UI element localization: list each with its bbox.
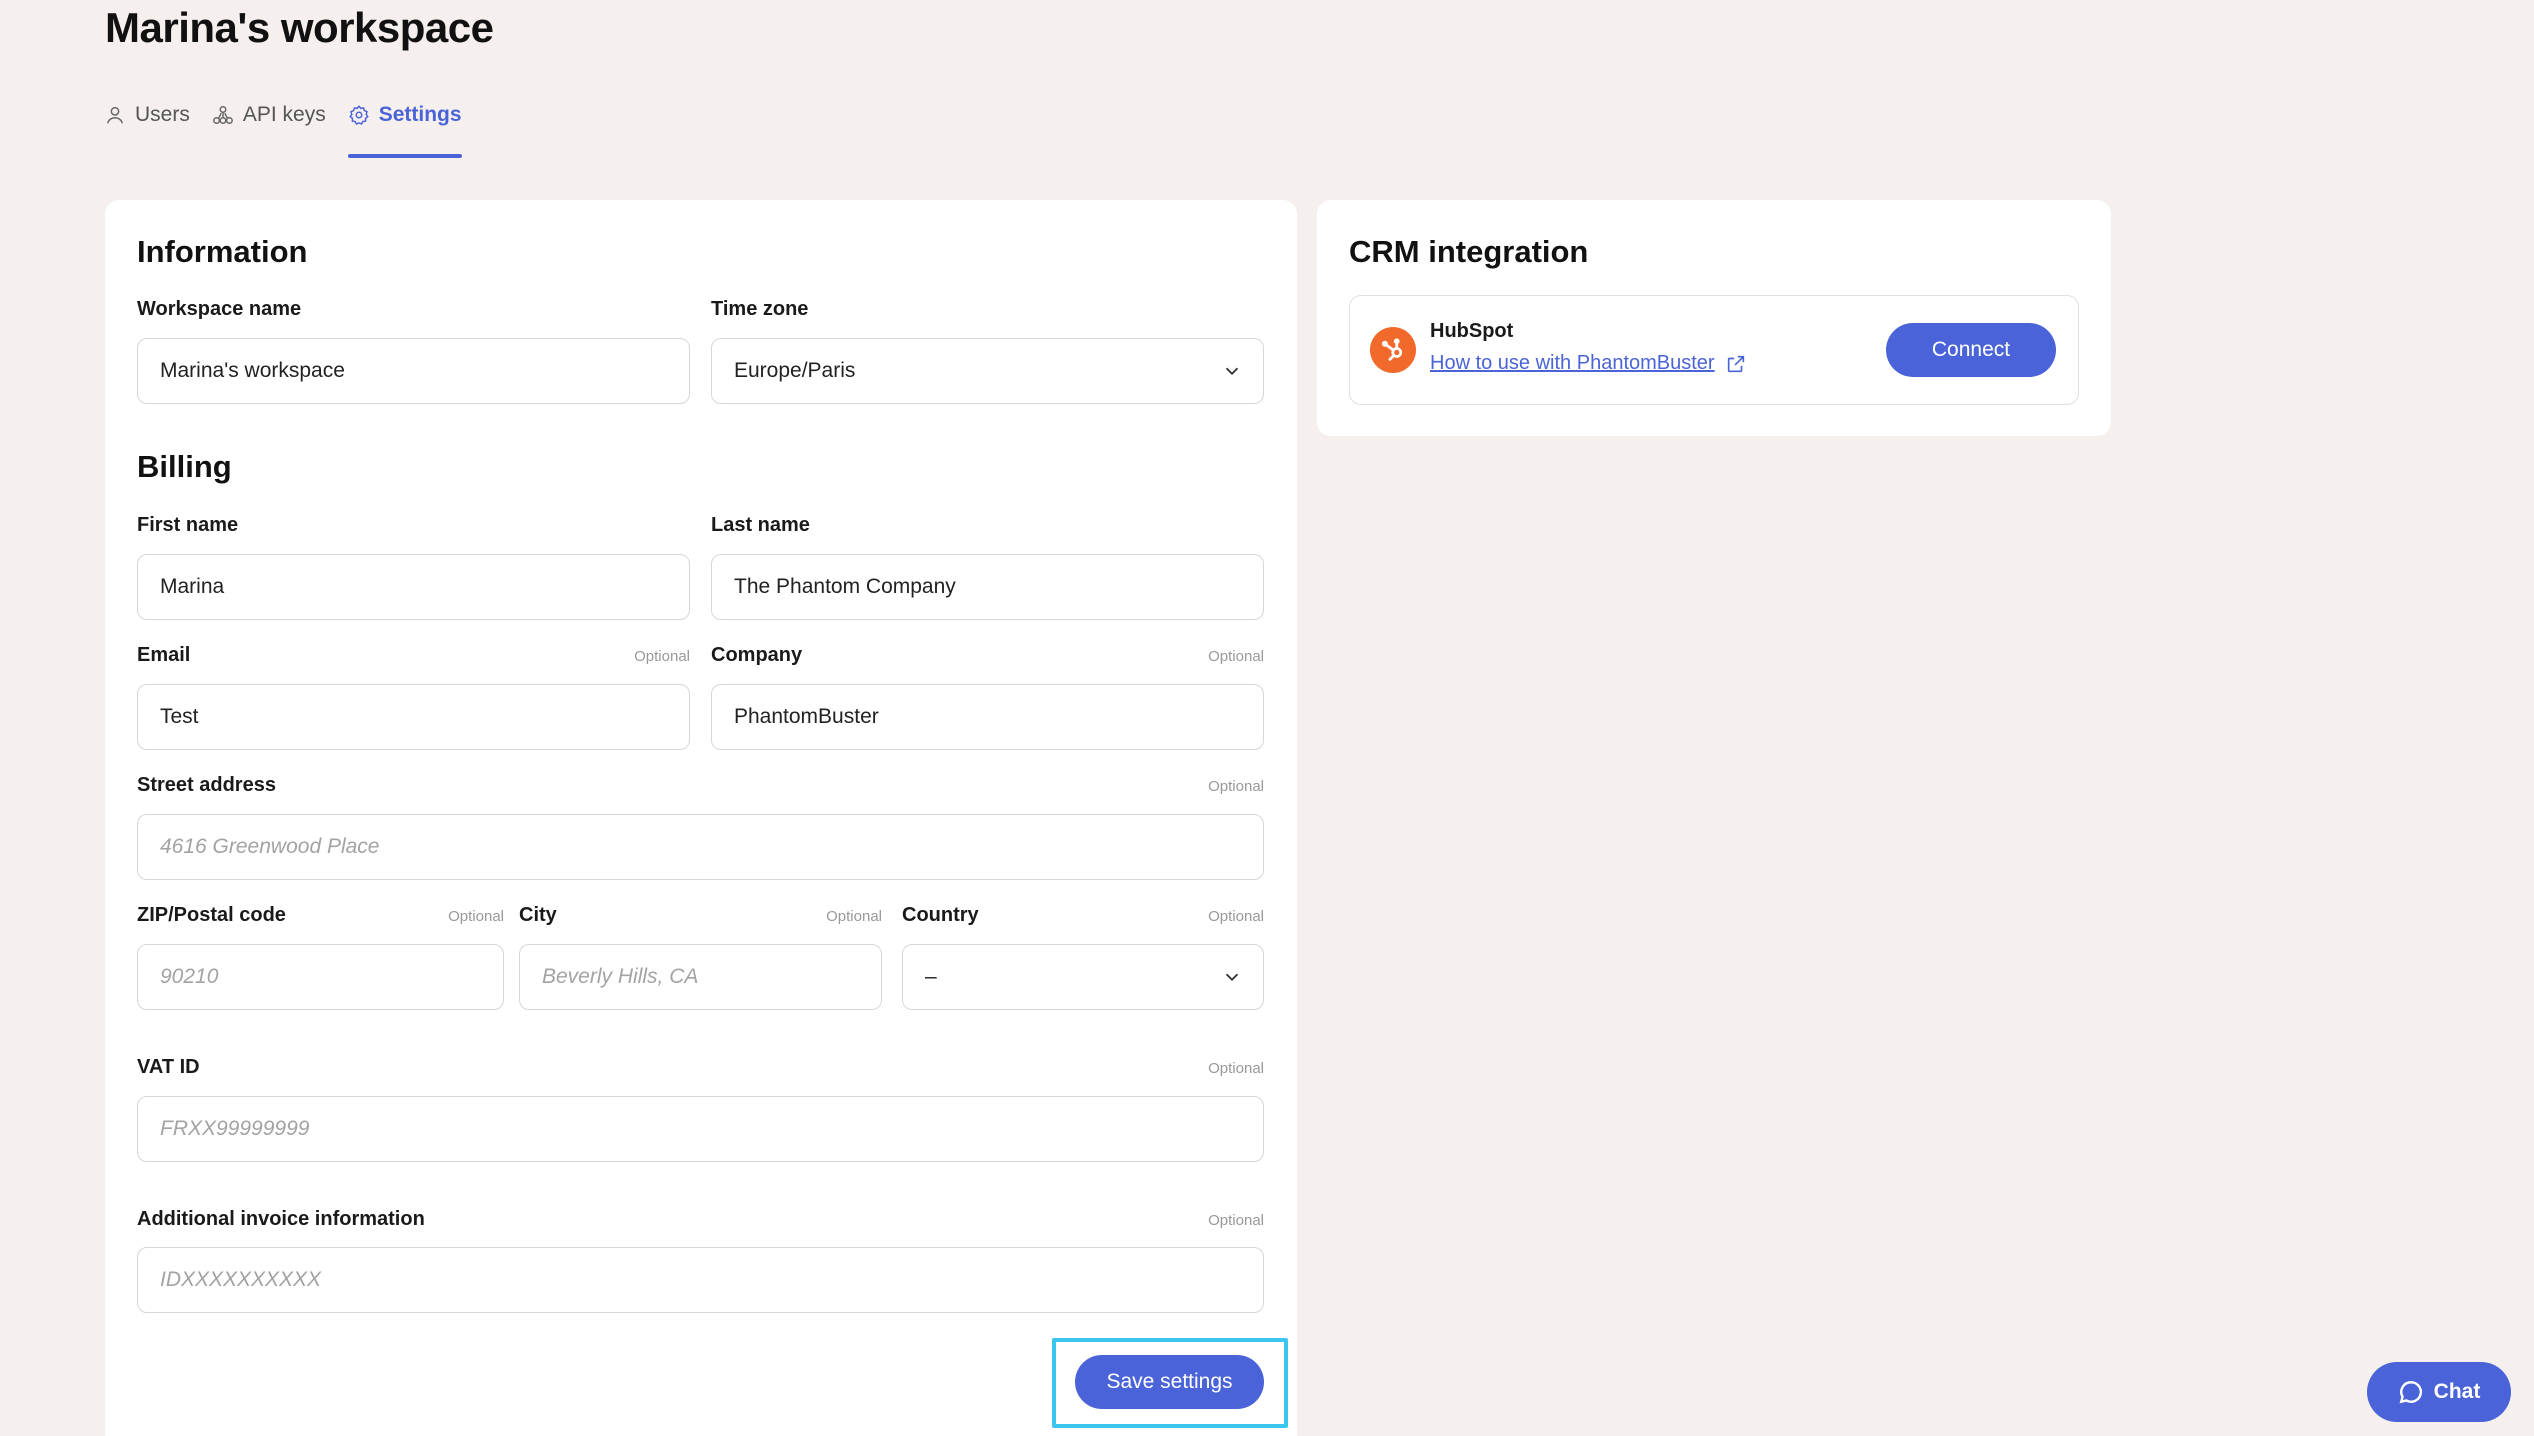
vat-id-label: VAT ID [137, 1056, 200, 1078]
vat-optional: Optional [1208, 1060, 1264, 1077]
api-network-icon [212, 106, 233, 124]
invoice-info-input[interactable] [137, 1247, 1264, 1313]
hubspot-name: HubSpot [1430, 320, 1514, 342]
company-optional: Optional [1208, 648, 1264, 665]
tab-bar: Users API keys Settings [104, 100, 462, 158]
country-optional: Optional [1208, 908, 1264, 925]
last-name-input[interactable] [711, 554, 1264, 620]
chat-button[interactable]: Chat [2367, 1362, 2511, 1422]
last-name-label: Last name [711, 514, 810, 536]
email-input[interactable] [137, 684, 690, 750]
crm-integration-card: CRM integration HubSpot How to use with … [1317, 200, 2111, 436]
chat-label: Chat [2433, 1380, 2481, 1403]
company-input[interactable] [711, 684, 1264, 750]
hubspot-integration-row: HubSpot How to use with PhantomBuster Co… [1349, 295, 2079, 405]
country-value: – [925, 965, 937, 988]
zip-optional: Optional [448, 908, 504, 925]
country-select[interactable]: – [902, 944, 1264, 1010]
tab-api-keys-label: API keys [242, 103, 326, 126]
hubspot-logo-icon [1370, 327, 1416, 373]
city-optional: Optional [826, 908, 882, 925]
settings-card: Information Workspace name Time zone Eur… [105, 200, 1297, 1436]
vat-id-input[interactable] [137, 1096, 1264, 1162]
user-icon [106, 106, 124, 124]
billing-title: Billing [137, 449, 232, 484]
information-title: Information [137, 234, 308, 269]
zip-input[interactable] [137, 944, 504, 1010]
first-name-input[interactable] [137, 554, 690, 620]
company-label: Company [711, 644, 803, 666]
tab-settings-label: Settings [378, 103, 462, 126]
time-zone-label: Time zone [711, 298, 809, 320]
save-settings-button[interactable]: Save settings [1075, 1355, 1264, 1409]
connect-button[interactable]: Connect [1886, 323, 2056, 377]
workspace-settings-page: Marina's workspace Users API keys Settin… [0, 0, 2534, 1436]
hubspot-help-link[interactable]: How to use with PhantomBuster [1430, 352, 1747, 375]
workspace-name-input[interactable] [137, 338, 690, 404]
crm-title: CRM integration [1349, 234, 1589, 269]
tab-users[interactable]: Users [104, 100, 190, 158]
tab-settings[interactable]: Settings [347, 100, 462, 158]
chevron-down-icon [1225, 973, 1239, 982]
tab-api-keys[interactable]: API keys [212, 100, 326, 158]
workspace-name-label: Workspace name [137, 298, 302, 320]
hubspot-help-link-text: How to use with PhantomBuster [1430, 352, 1715, 374]
city-input[interactable] [519, 944, 882, 1010]
page-title: Marina's workspace [105, 4, 494, 51]
time-zone-select[interactable]: Europe/Paris [711, 338, 1264, 404]
street-address-input[interactable] [137, 814, 1264, 880]
email-label: Email [137, 644, 191, 666]
first-name-label: First name [137, 514, 239, 536]
time-zone-value: Europe/Paris [734, 359, 856, 382]
street-address-label: Street address [137, 774, 276, 796]
street-optional: Optional [1208, 778, 1264, 795]
city-label: City [519, 904, 557, 926]
email-optional: Optional [634, 648, 690, 665]
tab-users-label: Users [135, 103, 190, 126]
invoice-info-optional: Optional [1208, 1212, 1264, 1229]
zip-label: ZIP/Postal code [137, 904, 286, 926]
chat-bubble-icon [2399, 1381, 2422, 1404]
external-link-icon [1727, 355, 1744, 372]
gear-icon [349, 105, 369, 125]
country-label: Country [902, 904, 979, 926]
invoice-info-label: Additional invoice information [137, 1208, 425, 1230]
chevron-down-icon [1225, 367, 1239, 376]
